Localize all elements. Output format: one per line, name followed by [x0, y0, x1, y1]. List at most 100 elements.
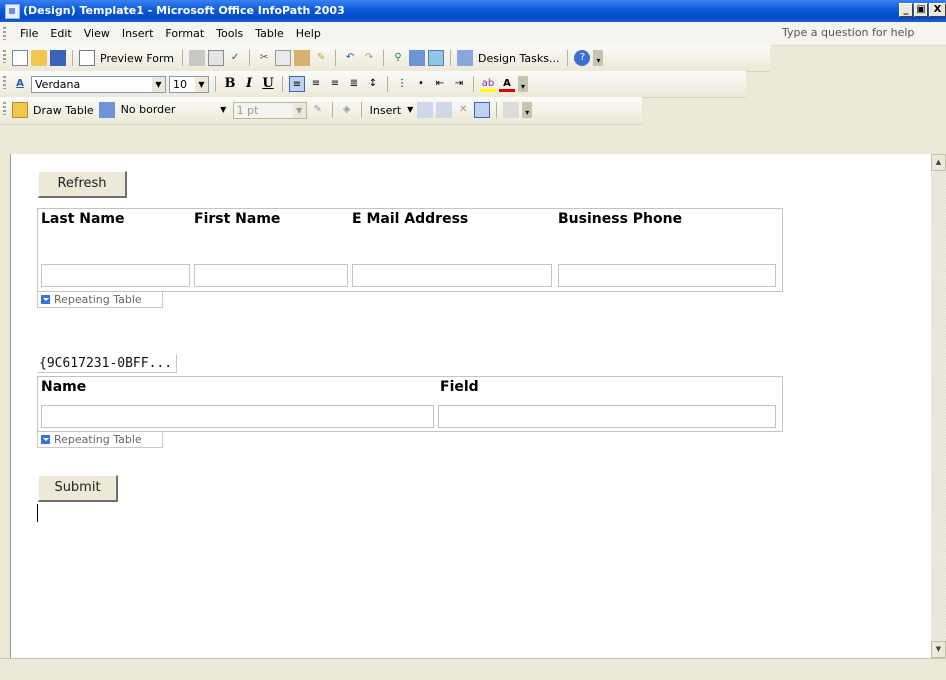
menu-view[interactable]: View — [78, 26, 116, 41]
vertical-scrollbar[interactable]: ▲ ▼ — [931, 154, 946, 658]
ask-question-box[interactable]: Type a question for help — [782, 26, 946, 39]
print-icon[interactable] — [189, 50, 206, 66]
increase-indent-icon[interactable]: ⇥ — [451, 76, 467, 92]
toolbar-grip[interactable] — [3, 76, 6, 89]
italic-button[interactable]: I — [241, 76, 257, 92]
hyperlink-icon[interactable]: ⚲ — [390, 50, 406, 66]
border-style-combo[interactable]: No border ▼ — [118, 102, 230, 119]
align-right-icon[interactable]: ≡ — [327, 76, 343, 92]
align-left-icon[interactable]: ≡ — [289, 76, 305, 92]
help-icon[interactable]: ? — [574, 50, 591, 66]
insert-menu-button[interactable]: Insert — [368, 104, 404, 117]
menu-format[interactable]: Format — [159, 26, 210, 41]
status-bar — [0, 658, 946, 680]
redo-icon[interactable]: ↷ — [361, 50, 377, 66]
border-color-icon[interactable]: ✎ — [310, 102, 326, 118]
email-field[interactable] — [352, 264, 552, 287]
delete-cells-icon[interactable]: ✕ — [455, 102, 471, 118]
minimize-button[interactable]: _ — [899, 3, 913, 17]
infopath-app-icon[interactable] — [5, 4, 20, 19]
highlight-icon[interactable]: ab — [480, 76, 496, 92]
open-folder-icon[interactable] — [31, 50, 47, 66]
numbering-icon[interactable]: ⋮ — [394, 76, 410, 92]
menu-tools[interactable]: Tools — [210, 26, 249, 41]
line-spacing-icon[interactable]: ↕ — [365, 76, 381, 92]
name-field[interactable] — [41, 405, 434, 428]
toolbar-grip[interactable] — [3, 50, 6, 63]
menu-file[interactable]: File — [14, 26, 44, 41]
border-style-icon[interactable] — [98, 102, 115, 118]
table-properties-icon[interactable] — [503, 102, 520, 118]
font-size-combo[interactable]: 10 ▼ — [169, 75, 209, 93]
refresh-button[interactable]: Refresh — [38, 171, 127, 198]
border-weight-combo[interactable]: 1 pt ▼ — [232, 101, 307, 119]
table-icon[interactable] — [409, 50, 426, 66]
separator — [383, 50, 385, 66]
close-button[interactable]: X — [929, 3, 946, 17]
new-form-icon[interactable] — [12, 50, 28, 66]
show-gridlines-icon[interactable] — [474, 102, 491, 118]
last-name-field[interactable] — [41, 264, 190, 287]
toolbar-options-chevron-icon[interactable]: ▾ — [518, 76, 528, 92]
format-painter-icon[interactable]: ✎ — [313, 50, 329, 66]
menu-insert[interactable]: Insert — [116, 26, 160, 41]
separator — [282, 76, 283, 92]
repeating-table-tag[interactable]: Repeating Table — [37, 292, 163, 308]
design-tasks-button[interactable]: Design Tasks... — [476, 52, 561, 65]
draw-table-button[interactable]: Draw Table — [31, 104, 96, 117]
toolbar-options-chevron-icon[interactable]: ▾ — [522, 102, 533, 118]
draw-table-icon[interactable] — [12, 102, 28, 118]
insert-dropdown-icon[interactable]: ▼ — [406, 102, 414, 118]
separator — [335, 50, 337, 66]
field-field[interactable] — [438, 405, 776, 428]
split-cells-icon[interactable] — [436, 102, 453, 118]
standard-toolbar: Preview Form ✓ ✂ ✎ ↶ ↷ ⚲ Design Tasks...… — [0, 45, 770, 72]
picture-icon[interactable] — [428, 50, 445, 66]
merge-cells-icon[interactable] — [417, 102, 434, 118]
design-tasks-icon[interactable] — [457, 50, 474, 66]
contacts-repeating-table[interactable]: Last Name First Name E Mail Address Busi… — [37, 208, 783, 292]
align-center-icon[interactable]: ≡ — [308, 76, 324, 92]
menu-help[interactable]: Help — [290, 26, 327, 41]
form-design-canvas[interactable]: Refresh Last Name First Name E Mail Addr… — [10, 154, 932, 658]
fields-repeating-table[interactable]: Name Field — [37, 376, 783, 432]
preview-form-button[interactable]: Preview Form — [98, 52, 176, 65]
font-name-combo[interactable]: Verdana ▼ — [31, 75, 166, 93]
justify-icon[interactable]: ≣ — [346, 76, 362, 92]
first-name-field[interactable] — [194, 264, 348, 287]
decrease-indent-icon[interactable]: ⇤ — [432, 76, 448, 92]
menubar-grip[interactable] — [3, 27, 6, 40]
spelling-icon[interactable]: ✓ — [227, 50, 243, 66]
bullets-icon[interactable]: • — [413, 76, 429, 92]
styles-icon[interactable]: A — [12, 76, 28, 92]
menu-edit[interactable]: Edit — [44, 26, 77, 41]
toolbar-options-chevron-icon[interactable]: ▾ — [593, 50, 604, 66]
business-phone-field[interactable] — [558, 264, 776, 287]
weight-dropdown-icon[interactable]: ▼ — [292, 102, 306, 118]
copy-icon[interactable] — [275, 50, 292, 66]
border-dropdown-icon[interactable]: ▼ — [217, 102, 230, 117]
cut-icon[interactable]: ✂ — [256, 50, 272, 66]
font-dropdown-icon[interactable]: ▼ — [152, 76, 165, 92]
underline-button[interactable]: U — [260, 76, 276, 92]
restore-button[interactable]: ▣ — [914, 3, 928, 17]
menu-table[interactable]: Table — [249, 26, 289, 41]
preview-icon[interactable] — [79, 50, 95, 66]
separator — [215, 76, 216, 92]
toolbar-grip[interactable] — [3, 102, 6, 115]
submit-button[interactable]: Submit — [38, 475, 118, 502]
col-header-name: Name — [41, 379, 87, 395]
shading-icon[interactable]: ◈ — [339, 102, 355, 118]
window-title: (Design) Template1 - Microsoft Office In… — [23, 4, 345, 17]
undo-icon[interactable]: ↶ — [342, 50, 358, 66]
print-preview-icon[interactable] — [208, 50, 225, 66]
save-disk-icon[interactable] — [50, 50, 66, 66]
paste-icon[interactable] — [294, 50, 311, 66]
bold-button[interactable]: B — [222, 76, 238, 92]
separator — [72, 50, 73, 66]
font-color-button[interactable]: A — [499, 76, 515, 92]
repeating-table-tag[interactable]: Repeating Table — [37, 432, 163, 448]
size-dropdown-icon[interactable]: ▼ — [195, 76, 208, 92]
scroll-down-icon[interactable]: ▼ — [931, 641, 946, 658]
scroll-up-icon[interactable]: ▲ — [931, 154, 946, 171]
